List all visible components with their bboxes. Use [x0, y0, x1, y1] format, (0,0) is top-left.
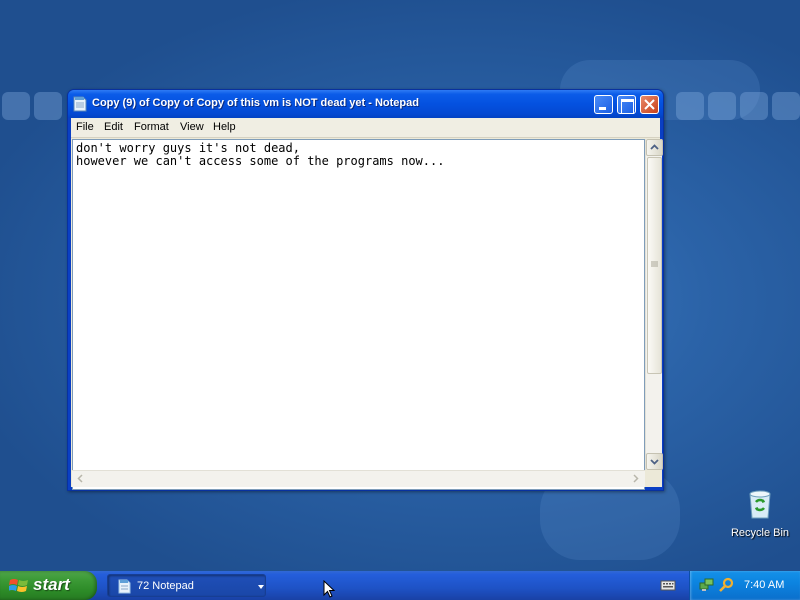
notepad-icon — [73, 96, 87, 112]
menu-file[interactable]: File — [76, 121, 94, 133]
menu-help[interactable]: Help — [213, 121, 236, 133]
horizontal-scrollbar[interactable] — [72, 470, 645, 487]
chevron-left-icon[interactable] — [75, 473, 86, 484]
recycle-bin-label: Recycle Bin — [730, 527, 790, 539]
start-label: start — [33, 575, 70, 594]
title-bar[interactable]: Copy (9) of Copy of Copy of this vm is N… — [68, 90, 663, 118]
menu-bar: File Edit Format View Help — [71, 118, 660, 138]
chevron-right-icon[interactable] — [630, 473, 641, 484]
close-icon — [644, 99, 655, 110]
chevron-down-icon — [650, 459, 659, 465]
window-title: Copy (9) of Copy of Copy of this vm is N… — [92, 97, 419, 109]
scroll-thumb[interactable] — [647, 157, 662, 374]
menu-view[interactable]: View — [180, 121, 204, 133]
scroll-down-button[interactable] — [646, 453, 663, 470]
network-icon[interactable] — [699, 577, 715, 593]
keyboard-icon[interactable] — [660, 578, 676, 592]
scroll-up-button[interactable] — [646, 139, 663, 156]
taskbar-item-label: 72 Notepad — [137, 580, 194, 592]
start-button[interactable]: start — [0, 571, 97, 600]
notepad-window[interactable]: Copy (9) of Copy of Copy of this vm is N… — [67, 89, 664, 491]
text-editor[interactable]: don't worry guys it's not dead, however … — [72, 139, 645, 490]
minimize-button[interactable] — [594, 95, 613, 114]
desktop: Recycle Bin Copy (9) of Copy of Copy of … — [0, 0, 800, 571]
notepad-icon — [118, 579, 131, 594]
window-client: File Edit Format View Help don't worry g… — [71, 118, 663, 490]
taskbar-item-notepad[interactable]: 72 Notepad — [107, 574, 266, 597]
menu-format[interactable]: Format — [134, 121, 169, 133]
maximize-button[interactable] — [617, 95, 636, 114]
search-icon[interactable] — [718, 577, 734, 593]
mouse-cursor-icon — [323, 580, 335, 598]
windows-logo-icon — [9, 579, 28, 592]
scrollbar-corner — [645, 470, 662, 487]
editor-content[interactable]: don't worry guys it's not dead, however … — [76, 142, 444, 168]
menu-edit[interactable]: Edit — [104, 121, 123, 133]
recycle-bin[interactable]: Recycle Bin — [726, 488, 794, 539]
grip-icon — [651, 261, 658, 267]
clock: 7:40 AM — [744, 579, 785, 591]
close-button[interactable] — [640, 95, 659, 114]
system-tray: 7:40 AM — [689, 571, 800, 600]
vertical-scrollbar[interactable] — [645, 139, 663, 470]
chevron-down-icon[interactable] — [258, 585, 264, 589]
chevron-up-icon — [650, 144, 659, 150]
recycle-bin-icon — [749, 490, 771, 519]
taskbar: start 72 Notepad 7:40 AM — [0, 571, 800, 600]
